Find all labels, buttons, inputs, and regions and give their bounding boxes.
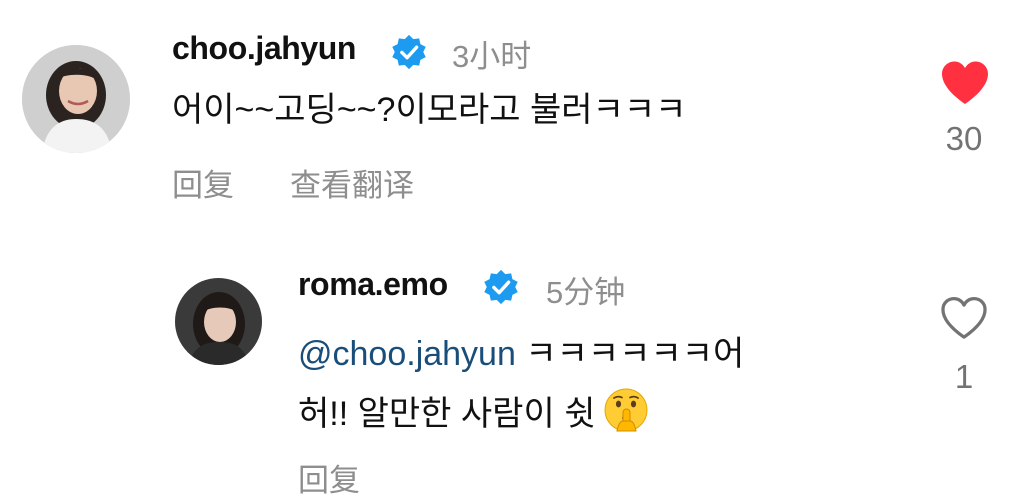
avatar-image bbox=[22, 45, 130, 153]
reply-timestamp: 5分钟 bbox=[546, 275, 626, 310]
verified-badge-icon bbox=[482, 268, 520, 306]
verified-badge-icon bbox=[390, 33, 428, 71]
reply-text-line-1: @choo.jahyun ㅋㅋㅋㅋㅋㅋ어 bbox=[298, 326, 744, 382]
reply-username[interactable]: roma.emo bbox=[298, 266, 448, 303]
avatar-image bbox=[175, 278, 262, 365]
mention-link[interactable]: @choo.jahyun bbox=[298, 335, 516, 373]
reply-text: 허!! 알만한 사람이 쉿 bbox=[298, 395, 596, 433]
reply-button[interactable]: 回复 bbox=[172, 160, 234, 205]
reply-text-line-2: 허!! 알만한 사람이 쉿 bbox=[298, 386, 649, 442]
comment-username[interactable]: choo.jahyun bbox=[172, 30, 356, 67]
translate-button[interactable]: 查看翻译 bbox=[290, 160, 414, 205]
like-count: 1 bbox=[954, 358, 974, 395]
avatar[interactable] bbox=[175, 278, 262, 365]
avatar[interactable] bbox=[22, 45, 130, 153]
reply-button[interactable]: 回复 bbox=[298, 455, 360, 500]
reply-text: ㅋㅋㅋㅋㅋㅋ어 bbox=[515, 335, 745, 373]
shushing-face-emoji-icon bbox=[603, 387, 649, 433]
comment-text: 어이~~고딩~~?이모라고 불러ㅋㅋㅋ bbox=[172, 91, 687, 129]
heart-filled-icon[interactable] bbox=[940, 60, 990, 106]
comment-item: choo.jahyun 3小时 어이~~고딩~~?이모라고 불러ㅋㅋㅋ 回复 查… bbox=[0, 0, 1036, 230]
comment-timestamp: 3小时 bbox=[452, 39, 532, 74]
like-count: 30 bbox=[945, 120, 983, 157]
heart-outline-icon[interactable] bbox=[940, 296, 988, 340]
